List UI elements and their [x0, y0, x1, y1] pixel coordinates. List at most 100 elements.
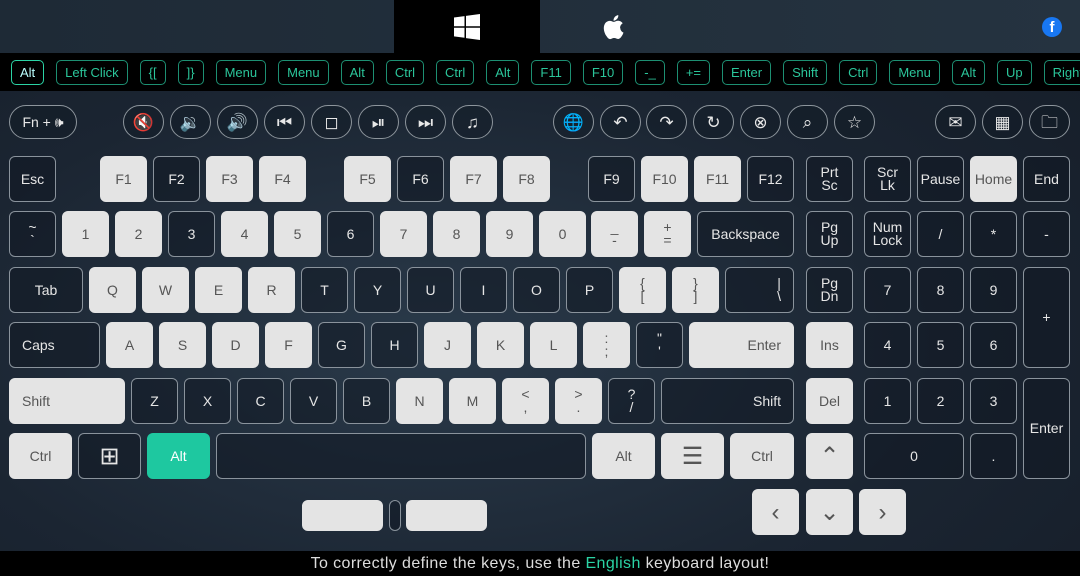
key-6[interactable]: 6 — [327, 211, 374, 257]
key-2304[interactable]: ⌄ — [806, 489, 853, 535]
file-explorer-button[interactable]: 🗀 — [1029, 105, 1070, 139]
key-9[interactable]: 9 — [970, 267, 1017, 313]
music-button[interactable]: ♫ — [452, 105, 493, 139]
key-7[interactable]: 7 — [864, 267, 911, 313]
calculator-button[interactable]: ▦ — [982, 105, 1023, 139]
key-7b5b[interactable]: { [ — [619, 267, 666, 313]
key-5f2d[interactable]: _ - — [591, 211, 638, 257]
mail-button[interactable]: ✉ — [935, 105, 976, 139]
key-shift[interactable]: Shift — [9, 378, 125, 424]
key-g[interactable]: G — [318, 322, 365, 368]
key-2[interactable]: 2 — [917, 378, 964, 424]
key-e[interactable]: E — [195, 267, 242, 313]
key-t[interactable]: T — [301, 267, 348, 313]
key-end[interactable]: End — [1023, 156, 1070, 202]
key-p[interactable]: P — [566, 267, 613, 313]
next-track-button[interactable]: ⏭ — [405, 105, 446, 139]
key-2b[interactable]: + — [1023, 267, 1070, 368]
key-0[interactable]: 0 — [864, 433, 964, 479]
favorites-button[interactable]: ☆ — [834, 105, 875, 139]
browser-forward-button[interactable]: ↷ — [646, 105, 687, 139]
key-f1[interactable]: F1 — [100, 156, 147, 202]
key-q[interactable]: Q — [89, 267, 136, 313]
key-esc[interactable]: Esc — [9, 156, 56, 202]
key-l[interactable]: L — [530, 322, 577, 368]
key-h[interactable]: H — [371, 322, 418, 368]
key-a[interactable]: A — [106, 322, 153, 368]
key-z[interactable]: Z — [131, 378, 178, 424]
touchpad-scroll[interactable] — [389, 500, 401, 531]
tab-windows[interactable] — [394, 0, 540, 53]
key-f[interactable]: F — [265, 322, 312, 368]
key-1[interactable]: 1 — [864, 378, 911, 424]
tab-mac[interactable] — [540, 0, 686, 53]
key-7d5d[interactable]: } ] — [672, 267, 719, 313]
key-shift[interactable]: Shift — [661, 378, 794, 424]
key-ctrl[interactable]: Ctrl — [730, 433, 794, 479]
previous-track-button[interactable]: ⏮ — [264, 105, 305, 139]
key-3[interactable]: 3 — [168, 211, 215, 257]
key-f4[interactable]: F4 — [259, 156, 306, 202]
key-s[interactable]: S — [159, 322, 206, 368]
key-3a3b[interactable]: : ; — [583, 322, 630, 368]
key-2e[interactable]: . — [970, 433, 1017, 479]
search-button[interactable]: ⌕ — [787, 105, 828, 139]
key-del[interactable]: Del — [806, 378, 853, 424]
key-home[interactable]: Home — [970, 156, 1017, 202]
key-f9[interactable]: F9 — [588, 156, 635, 202]
key-pause[interactable]: Pause — [917, 156, 964, 202]
volume-down-button[interactable]: 🔉 — [170, 105, 211, 139]
key-6[interactable]: 6 — [970, 322, 1017, 368]
key-2a[interactable]: * — [970, 211, 1017, 257]
key-f5[interactable]: F5 — [344, 156, 391, 202]
browser-home-button[interactable]: 🌐 — [553, 105, 594, 139]
key-u[interactable]: U — [407, 267, 454, 313]
key-2039[interactable]: ‹ — [752, 489, 799, 535]
key-m[interactable]: M — [449, 378, 496, 424]
key-f3[interactable]: F3 — [206, 156, 253, 202]
key-f7[interactable]: F7 — [450, 156, 497, 202]
browser-stop-button[interactable]: ⊗ — [740, 105, 781, 139]
key-7[interactable]: 7 — [380, 211, 427, 257]
key-x[interactable]: X — [184, 378, 231, 424]
key-2f[interactable]: / — [917, 211, 964, 257]
refresh-button[interactable]: ↻ — [693, 105, 734, 139]
key-1[interactable]: 1 — [62, 211, 109, 257]
key-3[interactable]: 3 — [970, 378, 1017, 424]
key-c[interactable]: C — [237, 378, 284, 424]
volume-up-button[interactable]: 🔊 — [217, 105, 258, 139]
key-f10[interactable]: F10 — [641, 156, 688, 202]
key-3c2c[interactable]: < , — [502, 378, 549, 424]
key-9[interactable]: 9 — [486, 211, 533, 257]
key-3f2f[interactable]: ? / — [608, 378, 655, 424]
key-enter[interactable]: Enter — [1023, 378, 1070, 479]
key-4[interactable]: 4 — [864, 322, 911, 368]
key-d[interactable]: D — [212, 322, 259, 368]
key-tab[interactable]: Tab — [9, 267, 83, 313]
key-b[interactable]: B — [343, 378, 390, 424]
stop-button[interactable]: ◻ — [311, 105, 352, 139]
key-8[interactable]: 8 — [917, 267, 964, 313]
key-pgup[interactable]: Pg Up — [806, 211, 853, 257]
key-7c5c[interactable]: | \ — [725, 267, 794, 313]
key-2d[interactable]: - — [1023, 211, 1070, 257]
key-2303[interactable]: ⌃ — [806, 433, 853, 479]
touchpad-left-button[interactable] — [302, 500, 383, 531]
key-8[interactable]: 8 — [433, 211, 480, 257]
key-backspace[interactable]: Backspace — [697, 211, 794, 257]
key-r[interactable]: R — [248, 267, 295, 313]
browser-back-button[interactable]: ↶ — [600, 105, 641, 139]
key-enter[interactable]: Enter — [689, 322, 794, 368]
key-5[interactable]: 5 — [274, 211, 321, 257]
fn-volume-button[interactable]: Fn + 🕪 — [9, 105, 77, 139]
key-f8[interactable]: F8 — [503, 156, 550, 202]
key-prtsc[interactable]: Prt Sc — [806, 156, 853, 202]
key-f6[interactable]: F6 — [397, 156, 444, 202]
play-pause-button[interactable]: ⏯ — [358, 105, 399, 139]
key-pgdn[interactable]: Pg Dn — [806, 267, 853, 313]
key-alt[interactable]: Alt — [147, 433, 210, 479]
key-203a[interactable]: › — [859, 489, 906, 535]
key-5[interactable]: 5 — [917, 322, 964, 368]
key-numlock[interactable]: Num Lock — [864, 211, 911, 257]
touchpad-right-button[interactable] — [406, 500, 487, 531]
